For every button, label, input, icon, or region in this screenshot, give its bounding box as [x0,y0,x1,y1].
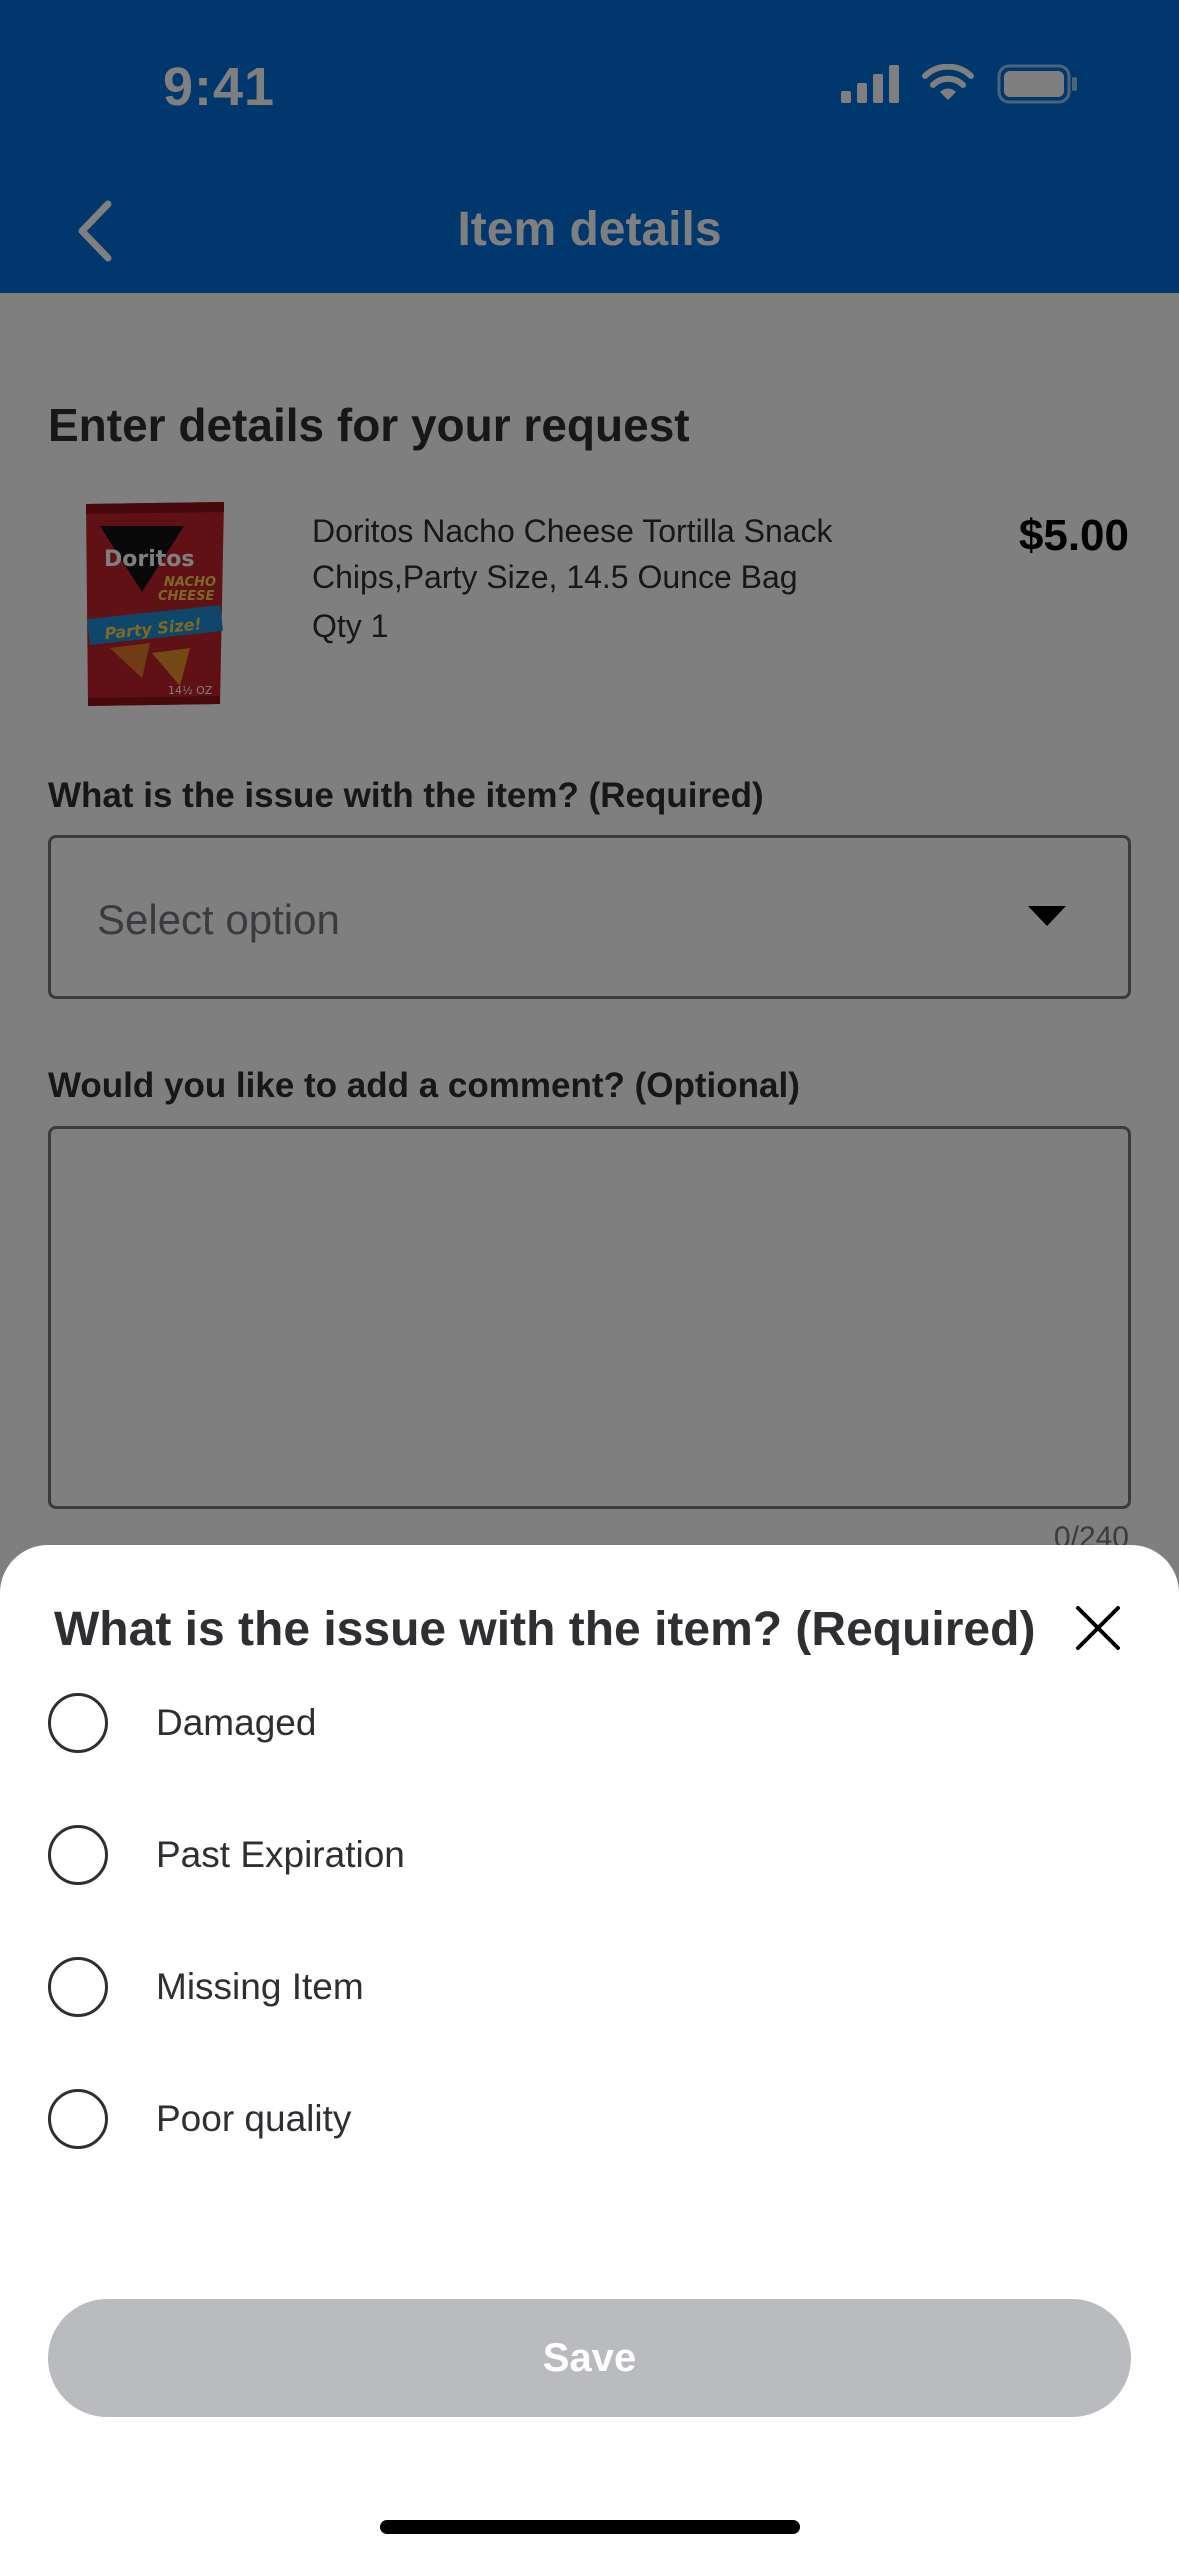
close-icon [1076,1606,1120,1650]
radio-button[interactable] [48,1957,108,2017]
sheet-title: What is the issue with the item? (Requir… [54,1603,1036,1656]
home-indicator [380,2520,800,2534]
option-missing-item[interactable]: Missing Item [48,1942,1131,2032]
option-label: Poor quality [156,2098,352,2139]
option-label: Missing Item [156,1966,364,2007]
issue-bottom-sheet: What is the issue with the item? (Requir… [0,1545,1179,2556]
radio-button[interactable] [48,1825,108,1885]
radio-button[interactable] [48,1693,108,1753]
save-button[interactable]: Save [48,2299,1131,2417]
option-label: Damaged [156,1702,317,1743]
option-damaged[interactable]: Damaged [48,1678,1131,1768]
option-past-expiration[interactable]: Past Expiration [48,1810,1131,1900]
option-label: Past Expiration [156,1834,405,1875]
radio-button[interactable] [48,2089,108,2149]
close-button[interactable] [1067,1597,1129,1659]
option-poor-quality[interactable]: Poor quality [48,2074,1131,2164]
